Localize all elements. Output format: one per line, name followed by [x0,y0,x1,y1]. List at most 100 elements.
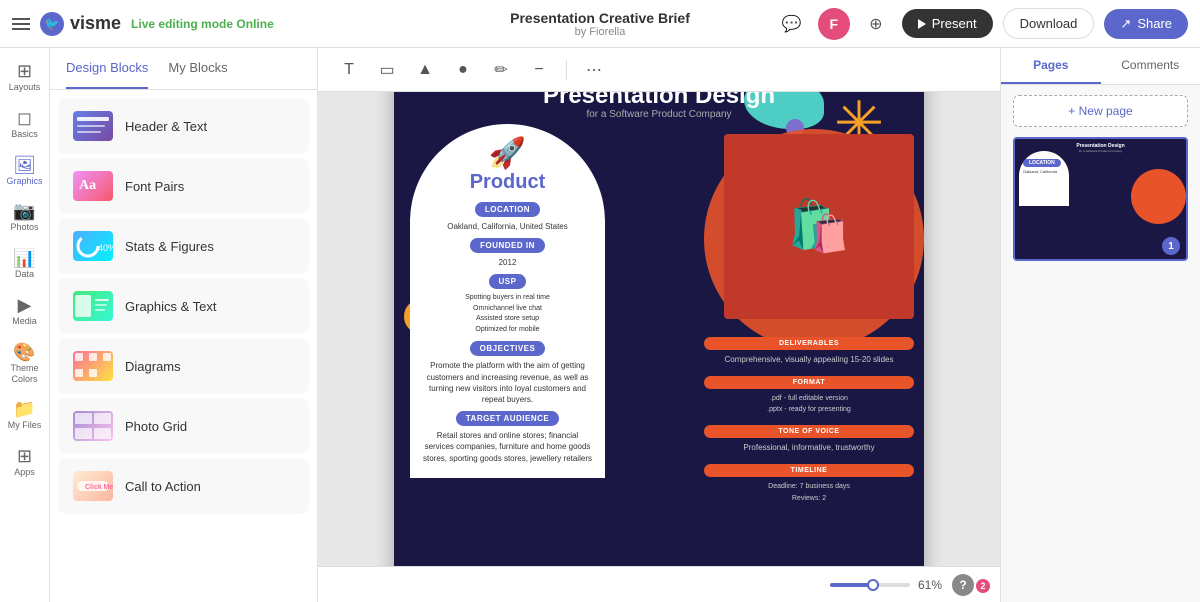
tone-badge: TONE OF VOICE [704,425,914,438]
data-icon: 📊 [13,249,35,267]
triangle-tool-button[interactable]: ▲ [410,55,440,85]
rocket-icon: 🚀 [489,136,526,171]
canvas-area: T ▭ ▲ ● ✏ − ⋯ Presentation Design for a … [318,48,1000,602]
zoom-slider[interactable] [830,583,910,587]
share-button[interactable]: ↗ Share [1104,9,1188,39]
editing-mode-label: Live editing mode Online [131,17,274,31]
deliverables-value: Comprehensive, visually appealing 15-20 … [704,354,914,366]
block-label-call-to-action: Call to Action [125,479,201,494]
slide-subtitle: for a Software Product Company [529,109,789,120]
block-label-graphics-text: Graphics & Text [125,299,217,314]
zoom-slider-thumb [867,579,879,591]
menu-button[interactable] [12,18,30,30]
logo-area: 🐦 visme [40,12,121,36]
panel-blocks-list: Header & Text Aa Font Pairs 40% Stats & … [50,90,317,602]
sidebar-item-my-files[interactable]: 📁 My Files [2,394,48,437]
location-value: Oakland, California, United States [447,221,568,232]
product-card: 🚀 Product LOCATION Oakland, California, … [410,124,605,478]
presentation-title: Presentation Creative Brief [510,10,690,26]
sidebar-item-graphics[interactable]: 🖼 Graphics [2,150,48,193]
line-tool-button[interactable]: − [524,55,554,85]
zoom-percentage: 61% [918,578,942,592]
tab-pages[interactable]: Pages [1001,48,1101,84]
sidebar-item-photos[interactable]: 📷 Photos [2,196,48,239]
rect-tool-button[interactable]: ▭ [372,55,402,85]
theme-colors-icon: 🎨 [13,343,35,361]
logo-text: visme [70,13,121,34]
objectives-value: Promote the platform with the aim of get… [422,360,593,405]
objectives-badge: OBJECTIVES [470,341,546,356]
slide-wrapper[interactable]: Presentation Design for a Software Produ… [394,92,924,566]
block-label-header-text: Header & Text [125,119,207,134]
media-icon: ▶ [18,296,32,314]
slide-title-area: Presentation Design for a Software Produ… [529,92,789,120]
topbar-right: 💬 F ⊕ Present Download ↗ Share [700,8,1188,40]
page-thumb-area: Presentation Design for a Software Produ… [1001,137,1200,602]
target-badge: TARGET AUDIENCE [456,411,560,426]
photos-icon: 📷 [13,202,35,220]
timeline-value: Deadline: 7 business days Reviews: 2 [704,481,914,503]
page-number-1: 1 [1162,237,1180,255]
canvas-scroll[interactable]: Presentation Design for a Software Produ… [318,92,1000,566]
founded-value: 2012 [499,257,517,268]
tab-comments[interactable]: Comments [1101,48,1200,84]
block-item-call-to-action[interactable]: Click Me Call to Action [58,458,309,514]
graphics-text-thumb [73,291,113,321]
block-label-diagrams: Diagrams [125,359,181,374]
block-item-font-pairs[interactable]: Aa Font Pairs [58,158,309,214]
header-text-thumb [73,111,113,141]
collaborators-button[interactable]: ⊕ [860,8,892,40]
block-label-font-pairs: Font Pairs [125,179,184,194]
toolbar-separator [566,60,567,80]
font-pairs-thumb: Aa [73,171,113,201]
sidebar-item-theme-colors[interactable]: 🎨 Theme Colors [2,337,48,391]
download-button[interactable]: Download [1003,8,1095,39]
sidebar-item-layouts[interactable]: ⊞ Layouts [2,56,48,99]
tone-value: Professional, informative, trustworthy [704,442,914,454]
pen-tool-button[interactable]: ✏ [486,55,516,85]
more-tools-button[interactable]: ⋯ [579,55,609,85]
sidebar-item-apps[interactable]: ⊞ Apps [2,441,48,484]
canvas-toolbar: T ▭ ▲ ● ✏ − ⋯ [318,48,1000,92]
block-label-stats-figures: Stats & Figures [125,239,214,254]
block-item-diagrams[interactable]: Diagrams [58,338,309,394]
call-to-action-thumb: Click Me [73,471,113,501]
sidebar-item-media[interactable]: ▶ Media [2,290,48,333]
product-label: Product [470,171,546,194]
block-item-header-text[interactable]: Header & Text [58,98,309,154]
share-icon: ↗ [1120,16,1131,32]
notification-badge: 2 [976,579,990,593]
blocks-panel: Design Blocks My Blocks Header & Text Aa… [50,48,318,602]
tab-my-blocks[interactable]: My Blocks [168,48,227,89]
user-avatar[interactable]: F [818,8,850,40]
play-icon [918,19,926,29]
block-item-stats-figures[interactable]: 40% Stats & Figures [58,218,309,274]
my-files-icon: 📁 [13,400,35,418]
svg-text:Aa: Aa [79,178,96,193]
block-item-photo-grid[interactable]: Photo Grid [58,398,309,454]
presentation-author: by Fiorella [575,26,626,38]
present-button[interactable]: Present [902,9,993,38]
founded-badge: FOUNDED IN [470,238,545,253]
sidebar-item-basics[interactable]: ◻ Basics [2,103,48,146]
sidebar-item-data[interactable]: 📊 Data [2,243,48,286]
deliverables-badge: DELIVERABLES [704,337,914,350]
usp-value: Spotting buyers in real time Omnichannel… [465,293,550,335]
tab-design-blocks[interactable]: Design Blocks [66,48,148,89]
topbar-left: 🐦 visme Live editing mode Online [12,12,500,36]
help-button[interactable]: ? [952,574,974,596]
block-item-graphics-text[interactable]: Graphics & Text [58,278,309,334]
location-badge: LOCATION [475,202,540,217]
circle-tool-button[interactable]: ● [448,55,478,85]
comment-button[interactable]: 💬 [776,8,808,40]
page-thumbnail-1[interactable]: Presentation Design for a Software Produ… [1013,137,1188,261]
right-panel: Pages Comments + New page Presentation D… [1000,48,1200,602]
product-image: 🛍️ [724,134,914,319]
text-tool-button[interactable]: T [334,55,364,85]
stats-figures-thumb: 40% [73,231,113,261]
new-page-button[interactable]: + New page [1013,95,1188,127]
bottom-bar: 61% ? 2 [318,566,1000,602]
logo-icon: 🐦 [40,12,64,36]
topbar-center: Presentation Creative Brief by Fiorella [510,10,690,38]
photo-grid-thumb [73,411,113,441]
